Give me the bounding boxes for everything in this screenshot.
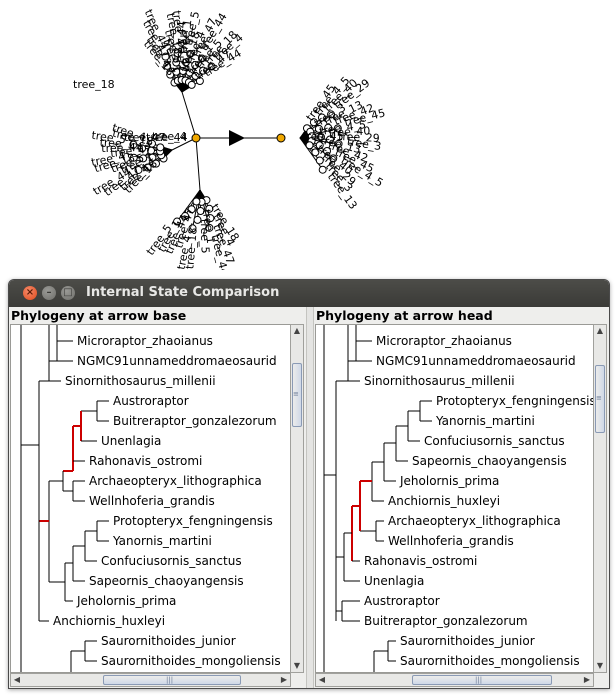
- window-title: Internal State Comparison: [86, 285, 280, 300]
- left-cluster-label-1: tree_18: [73, 78, 115, 91]
- taxon-label[interactable]: Austroraptor: [113, 394, 189, 408]
- arrow-head-node[interactable]: [276, 133, 286, 143]
- taxon-label[interactable]: Jeholornis_prima: [76, 594, 176, 608]
- grip-icon: |||: [475, 676, 483, 684]
- minimize-icon: –: [46, 287, 52, 298]
- comparison-window: × – □ Internal State Comparison Phylogen…: [8, 279, 610, 689]
- grip-icon: ≡: [596, 394, 602, 402]
- taxon-label[interactable]: Unenlagia: [364, 574, 424, 588]
- grip-icon: ≡: [293, 390, 299, 398]
- taxon-label[interactable]: Saurornithoides_mongoliensis: [400, 654, 580, 668]
- maximize-icon: □: [63, 287, 73, 298]
- graph-node[interactable]: [156, 143, 165, 152]
- taxon-label[interactable]: Wellnhoferia_grandis: [388, 534, 514, 548]
- taxon-label[interactable]: Rahonavis_ostromi: [89, 454, 202, 468]
- graph-node[interactable]: [192, 197, 201, 206]
- taxon-label[interactable]: Sinornithosaurus_millenii: [364, 374, 515, 388]
- left-horizontal-scroll-thumb[interactable]: |||: [103, 675, 241, 685]
- taxon-label[interactable]: Yanornis_martini: [435, 414, 535, 428]
- taxon-label[interactable]: Archaeopteryx_lithographica: [89, 474, 262, 488]
- graph-node-label: tree_5: [198, 219, 212, 254]
- left-tree-diagram: Microraptor_zhaoianus NGMC91unnameddromae…: [20, 325, 281, 672]
- taxon-label[interactable]: Saurornithoides_junior: [101, 634, 236, 648]
- right-horizontal-scroll-thumb[interactable]: |||: [412, 675, 552, 685]
- graph-edge: [195, 137, 201, 191]
- right-vertical-scrollbar[interactable]: ▲ ≡ ▼: [593, 324, 607, 673]
- taxon-label[interactable]: Jeholornis_prima: [399, 474, 499, 488]
- taxon-label[interactable]: Saurornithoides_junior: [400, 634, 535, 648]
- taxon-label[interactable]: Sinornithosaurus_millenii: [65, 374, 216, 388]
- taxon-label[interactable]: Rahonavis_ostromi: [364, 554, 477, 568]
- right-horizontal-scrollbar[interactable]: ◀ ||| ▶: [315, 673, 594, 687]
- scroll-up-icon[interactable]: ▲: [291, 325, 303, 337]
- taxon-label[interactable]: Sapeornis_chaoyangensis: [412, 454, 567, 468]
- taxon-label[interactable]: Archaeopteryx_lithographica: [388, 514, 561, 528]
- minimize-button[interactable]: –: [42, 286, 56, 300]
- taxon-label[interactable]: Yanornis_martini: [112, 534, 212, 548]
- left-cluster-label-4: tree_44: [146, 131, 188, 144]
- taxon-label[interactable]: Protopteryx_fengningensis: [436, 394, 593, 408]
- left-tree-view[interactable]: Microraptor_zhaoianus NGMC91unnameddromae…: [10, 324, 291, 673]
- taxon-label[interactable]: Confuciusornis_sanctus: [101, 554, 242, 568]
- taxon-label[interactable]: NGMC91unnameddromaeosaurid: [376, 354, 576, 368]
- taxon-label[interactable]: Wellnhoferia_grandis: [89, 494, 215, 508]
- arrow-base-node[interactable]: [191, 133, 201, 143]
- left-panel-title: Phylogeny at arrow base: [11, 308, 187, 323]
- scroll-left-icon[interactable]: ◀: [316, 674, 328, 686]
- title-bar[interactable]: × – □ Internal State Comparison: [9, 280, 609, 307]
- taxon-label[interactable]: Microraptor_zhaoianus: [77, 334, 213, 348]
- maximize-button[interactable]: □: [61, 286, 75, 300]
- left-vertical-scroll-thumb[interactable]: ≡: [292, 363, 302, 427]
- left-phylogeny-panel: Phylogeny at arrow base Microraptor_zhao…: [9, 307, 306, 688]
- taxon-label[interactable]: Microraptor_zhaoianus: [376, 334, 512, 348]
- grip-icon: |||: [166, 676, 174, 684]
- taxon-label[interactable]: Anchiornis_huxleyi: [388, 494, 500, 508]
- taxon-label[interactable]: Austroraptor: [364, 594, 440, 608]
- right-cluster-label-1: tree_45: [302, 130, 344, 143]
- split-pane-divider[interactable]: [306, 307, 314, 688]
- scroll-left-icon[interactable]: ◀: [11, 674, 23, 686]
- scroll-up-icon[interactable]: ▲: [594, 325, 606, 337]
- close-icon: ×: [25, 287, 35, 298]
- taxon-label[interactable]: Protopteryx_fengningensis: [113, 514, 273, 528]
- right-phylogeny-panel: Phylogeny at arrow head Microraptor_zhao…: [314, 307, 609, 688]
- left-vertical-scrollbar[interactable]: ▲ ≡ ▼: [290, 324, 304, 673]
- scroll-right-icon[interactable]: ▶: [581, 674, 593, 686]
- taxon-label[interactable]: NGMC91unnameddromaeosaurid: [77, 354, 277, 368]
- right-tree-diagram: Microraptor_zhaoianus NGMC91unnameddromae…: [323, 325, 593, 672]
- right-tree-view[interactable]: Microraptor_zhaoianus NGMC91unnameddromae…: [315, 324, 594, 673]
- taxon-label[interactable]: Unenlagia: [101, 434, 161, 448]
- transition-arrow-head[interactable]: [229, 130, 245, 146]
- right-vertical-scroll-thumb[interactable]: ≡: [595, 365, 605, 433]
- taxon-label[interactable]: Buitreraptor_gonzalezorum: [364, 614, 528, 628]
- scroll-down-icon[interactable]: ▼: [594, 660, 606, 672]
- graph-node[interactable]: [187, 80, 196, 89]
- taxon-label[interactable]: Confuciusornis_sanctus: [424, 434, 565, 448]
- close-button[interactable]: ×: [23, 286, 37, 300]
- right-panel-title: Phylogeny at arrow head: [316, 308, 493, 323]
- scroll-right-icon[interactable]: ▶: [278, 674, 290, 686]
- taxon-label[interactable]: Saurornithoides_mongoliensis: [101, 654, 281, 668]
- tree-space-graph: tree_18tree_4tree_47tree_44tree_1tree_5t…: [73, 7, 387, 270]
- scroll-down-icon[interactable]: ▼: [291, 660, 303, 672]
- taxon-label[interactable]: Buitreraptor_gonzalezorum: [113, 414, 277, 428]
- taxon-label[interactable]: Anchiornis_huxleyi: [53, 614, 165, 628]
- taxon-label[interactable]: Sapeornis_chaoyangensis: [89, 574, 244, 588]
- left-horizontal-scrollbar[interactable]: ◀ ||| ▶: [10, 673, 291, 687]
